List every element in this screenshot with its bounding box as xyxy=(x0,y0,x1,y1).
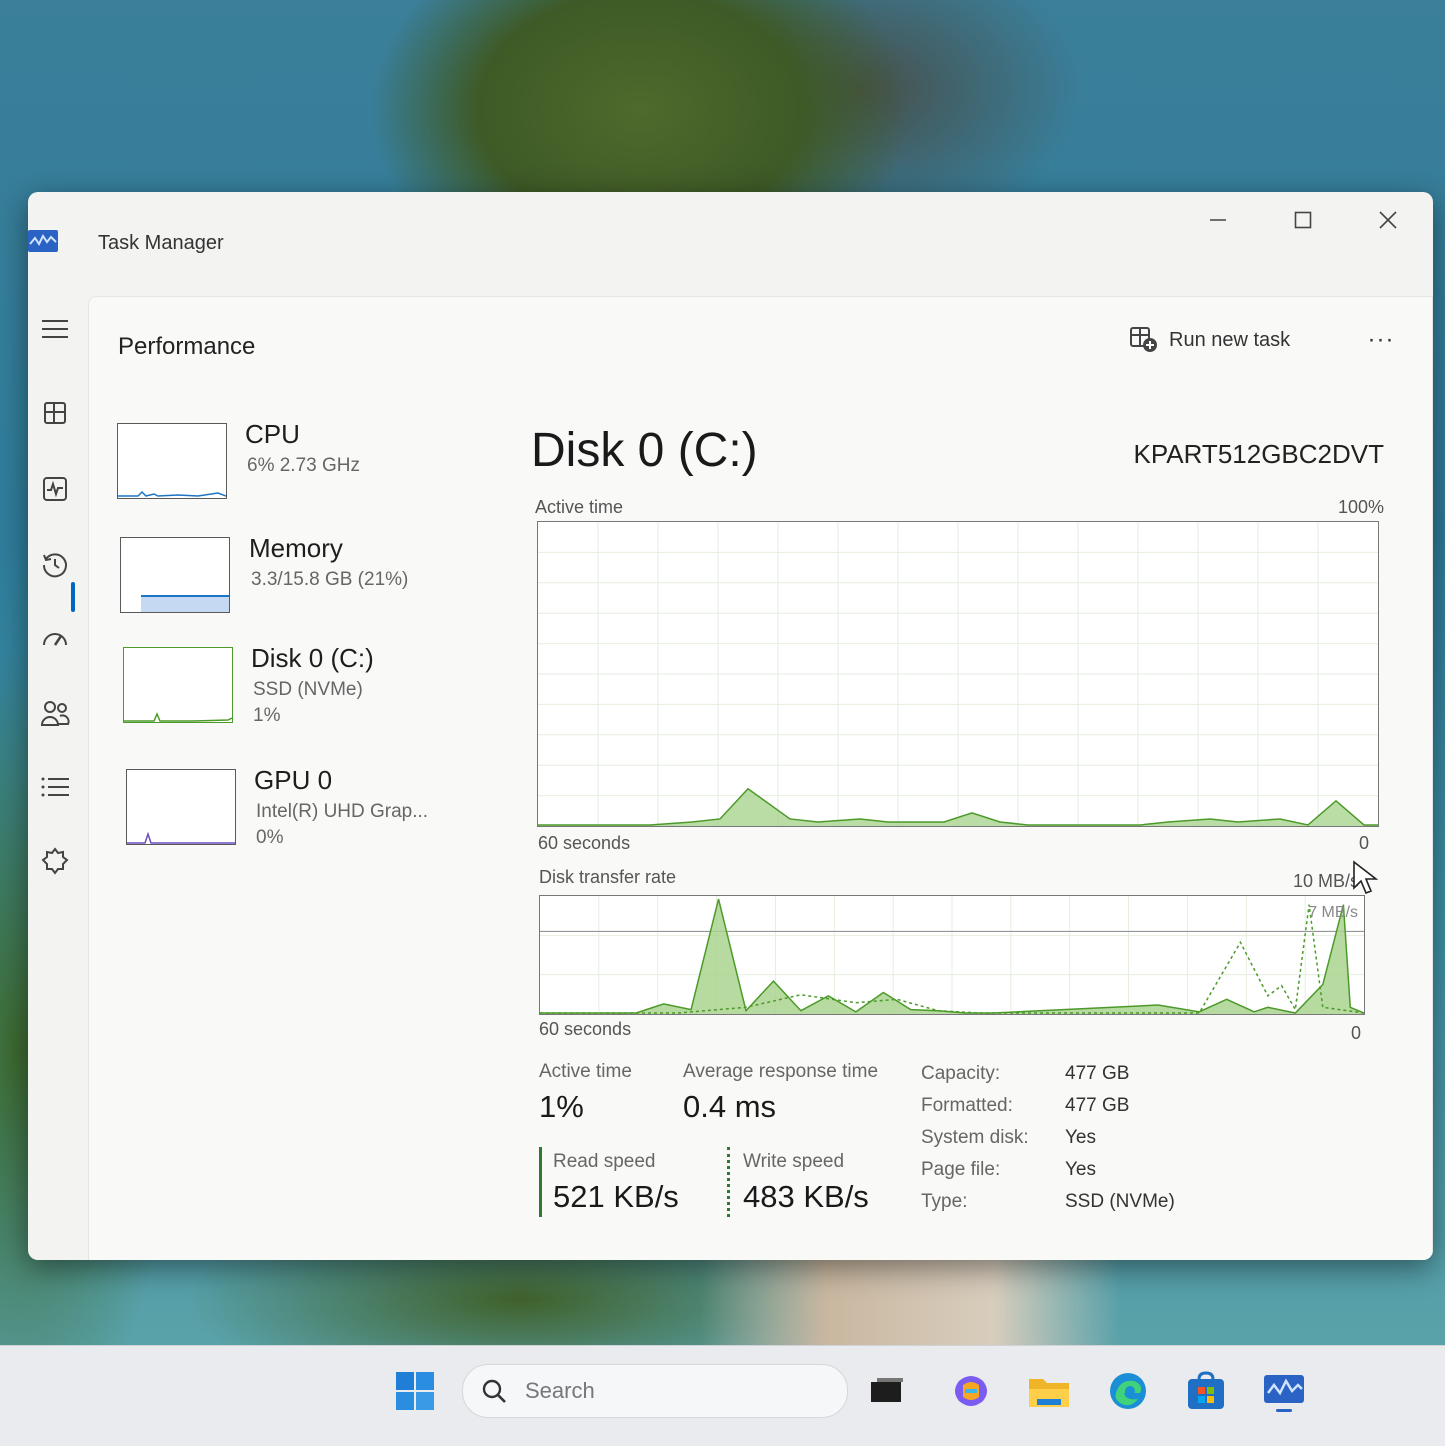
startup-apps-icon[interactable] xyxy=(30,614,80,664)
windows-start-icon[interactable] xyxy=(390,1366,440,1416)
resource-name: Memory xyxy=(249,533,343,563)
wallpaper-beach xyxy=(700,1260,1120,1345)
taskbar-search-box[interactable]: Search xyxy=(462,1364,848,1418)
title-bar[interactable]: Task Manager xyxy=(28,192,1433,292)
resource-name: GPU 0 xyxy=(254,765,333,795)
resource-usage: 0% xyxy=(256,827,284,848)
resource-item-memory[interactable]: Memory 3.3/15.8 GB (21%) xyxy=(117,533,477,627)
transfer-x-right: 0 xyxy=(1351,1023,1362,1043)
close-button[interactable] xyxy=(1358,200,1418,240)
resource-detail: 3.3/15.8 GB (21%) xyxy=(251,569,409,590)
transfer-graph-mid: 7 MB/s xyxy=(1308,904,1358,921)
search-placeholder: Search xyxy=(525,1378,595,1403)
transfer-graph-max: 10 MB/s xyxy=(1293,871,1360,891)
type-key: Type: xyxy=(921,1191,968,1212)
task-manager-taskbar-icon[interactable] xyxy=(1259,1366,1309,1416)
resource-detail: SSD (NVMe) xyxy=(253,679,363,700)
disk-model: KPART512GBC2DVT xyxy=(1133,439,1384,469)
system-disk-value: Yes xyxy=(1065,1127,1096,1148)
active-nav-indicator xyxy=(71,582,75,612)
avg-response-value: 0.4 ms xyxy=(683,1089,777,1124)
resource-name: Disk 0 (C:) xyxy=(251,643,374,673)
window-title: Task Manager xyxy=(98,232,224,254)
write-speed-label: Write speed xyxy=(743,1151,845,1172)
disk-title: Disk 0 (C:) xyxy=(531,424,758,477)
cpu-mini-graph xyxy=(117,423,227,499)
task-view-icon[interactable] xyxy=(862,1366,912,1416)
run-new-task-button[interactable]: Run new task xyxy=(1129,323,1290,357)
avg-response-label: Average response time xyxy=(683,1061,879,1082)
active-time-graph xyxy=(537,521,1379,827)
type-value: SSD (NVMe) xyxy=(1065,1191,1175,1212)
run-new-task-icon xyxy=(1130,327,1157,352)
active-time-stat-value: 1% xyxy=(539,1089,584,1124)
users-icon[interactable] xyxy=(30,688,80,738)
page-file-value: Yes xyxy=(1065,1159,1096,1180)
write-speed-value: 483 KB/s xyxy=(743,1179,869,1214)
active-time-stat-label: Active time xyxy=(539,1061,632,1082)
active-time-graph-max: 100% xyxy=(1337,497,1384,517)
read-speed-value: 521 KB/s xyxy=(553,1179,679,1214)
task-manager-app-icon xyxy=(28,230,58,252)
write-speed-legend-bar xyxy=(727,1147,730,1217)
disk-mini-graph xyxy=(123,647,233,723)
processes-icon[interactable] xyxy=(30,388,80,438)
services-icon[interactable] xyxy=(30,836,80,886)
minimize-button[interactable] xyxy=(1188,200,1248,240)
transfer-rate-graph: 7 MB/s xyxy=(539,895,1365,1015)
capacity-key: Capacity: xyxy=(921,1063,1001,1084)
memory-mini-graph xyxy=(120,537,230,613)
resource-item-gpu0[interactable]: GPU 0 Intel(R) UHD Grap... 0% xyxy=(117,765,477,859)
file-explorer-icon[interactable] xyxy=(1024,1366,1074,1416)
performance-page: Performance Run new task ··· CPU 6% 2.73… xyxy=(71,296,1433,1260)
resource-usage: 1% xyxy=(253,705,281,726)
resource-detail: 6% 2.73 GHz xyxy=(247,455,360,476)
system-disk-key: System disk: xyxy=(921,1127,1029,1148)
formatted-key: Formatted: xyxy=(921,1095,1013,1116)
run-new-task-label: Run new task xyxy=(1169,328,1291,351)
details-icon[interactable] xyxy=(30,762,80,812)
resource-item-disk0[interactable]: Disk 0 (C:) SSD (NVMe) 1% xyxy=(117,643,477,737)
edge-icon[interactable] xyxy=(1103,1366,1153,1416)
page-file-key: Page file: xyxy=(921,1159,1001,1180)
resource-item-cpu[interactable]: CPU 6% 2.73 GHz xyxy=(117,419,477,513)
navigation-rail xyxy=(28,292,88,1260)
read-speed-label: Read speed xyxy=(553,1151,656,1172)
transfer-x-left: 60 seconds xyxy=(539,1019,632,1039)
active-time-graph-label: Active time xyxy=(535,497,624,517)
more-options-button[interactable]: ··· xyxy=(1359,323,1403,357)
formatted-value: 477 GB xyxy=(1065,1095,1130,1116)
performance-icon[interactable] xyxy=(30,464,80,514)
hamburger-menu-icon[interactable] xyxy=(30,304,80,354)
resource-name: CPU xyxy=(245,419,300,449)
maximize-button[interactable] xyxy=(1273,200,1333,240)
copilot-icon[interactable] xyxy=(946,1366,996,1416)
mouse-cursor-icon xyxy=(1353,860,1379,895)
store-icon[interactable] xyxy=(1181,1366,1231,1416)
gpu-mini-graph xyxy=(126,769,236,845)
task-manager-window: Task Manager Performance Run new task ··… xyxy=(28,192,1433,1260)
taskbar: Search xyxy=(0,1345,1445,1446)
active-time-x-left: 60 seconds xyxy=(538,833,631,853)
transfer-graph-label: Disk transfer rate xyxy=(539,867,677,887)
page-title: Performance xyxy=(118,333,256,360)
search-icon xyxy=(482,1379,506,1403)
resource-detail: Intel(R) UHD Grap... xyxy=(256,801,429,822)
read-speed-legend-bar xyxy=(539,1147,542,1217)
capacity-value: 477 GB xyxy=(1065,1063,1130,1084)
active-time-x-right: 0 xyxy=(1359,833,1370,853)
